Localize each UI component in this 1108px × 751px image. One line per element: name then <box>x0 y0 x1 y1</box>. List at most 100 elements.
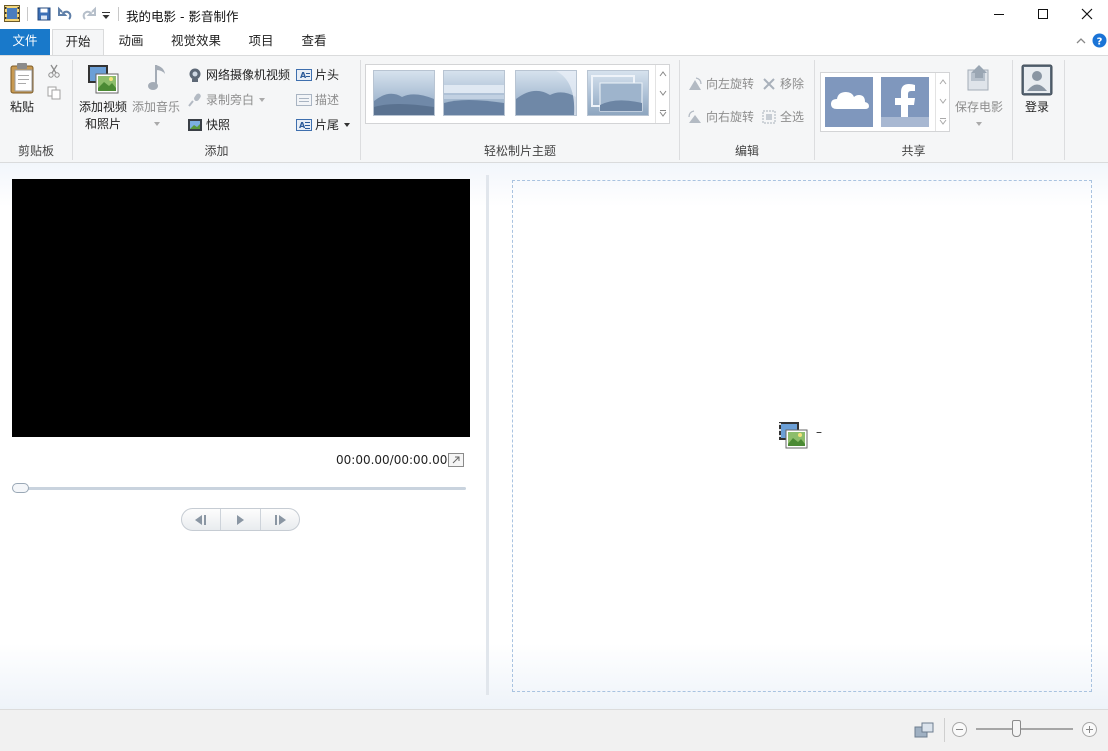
play-button[interactable] <box>221 509 261 530</box>
add-media-placeholder-icon[interactable] <box>778 421 808 449</box>
remove-label: 移除 <box>780 77 805 91</box>
previous-frame-button[interactable] <box>182 509 222 530</box>
status-bar <box>0 709 1108 751</box>
theme-fade[interactable] <box>515 70 577 116</box>
workspace: 00:00.00/00:00.00 – <box>0 163 1108 709</box>
theme-preview-icon <box>374 93 434 115</box>
rotate-left-button[interactable]: 向左旋转 <box>687 75 754 92</box>
theme-gallery-scroll[interactable] <box>655 65 669 123</box>
undo-icon[interactable] <box>58 6 74 22</box>
close-button[interactable] <box>1064 0 1108 28</box>
tab-view[interactable]: 查看 <box>290 29 338 55</box>
close-icon <box>1081 8 1093 20</box>
zoom-slider-thumb[interactable] <box>1012 720 1021 737</box>
svg-text:A: A <box>300 71 307 80</box>
tab-file[interactable]: 文件 <box>0 29 50 55</box>
zoom-in-button[interactable] <box>1082 722 1097 737</box>
remove-button[interactable]: 移除 <box>761 75 804 92</box>
add-music-dropdown-icon[interactable] <box>153 121 161 127</box>
credits-icon: A <box>296 118 312 131</box>
webcam-video-button[interactable]: 网络摄像机视频 <box>187 66 290 83</box>
add-video-photo-line1[interactable]: 添加视频 <box>76 99 130 115</box>
select-all-label: 全选 <box>780 110 805 124</box>
rotate-left-icon <box>689 76 702 90</box>
rotate-left-label: 向左旋转 <box>706 77 755 91</box>
theme-default[interactable] <box>373 70 435 116</box>
select-all-button[interactable]: 全选 <box>761 108 804 125</box>
tab-animations[interactable]: 动画 <box>106 29 156 55</box>
snapshot-button[interactable]: 快照 <box>187 116 230 133</box>
title-icon: A <box>296 68 312 81</box>
save-icon[interactable] <box>36 6 52 22</box>
help-icon[interactable]: ? <box>1092 33 1107 48</box>
storyboard-area[interactable]: – <box>512 180 1092 692</box>
next-frame-button[interactable] <box>261 509 299 530</box>
movie-maker-app-icon[interactable] <box>4 5 20 22</box>
paste-icon[interactable] <box>9 62 37 94</box>
collapse-ribbon-icon[interactable] <box>1076 36 1086 46</box>
sign-in-icon[interactable] <box>1021 64 1053 96</box>
save-movie-dropdown-icon[interactable] <box>975 121 983 127</box>
theme-pan-zoom[interactable] <box>587 70 649 116</box>
tab-home[interactable]: 开始 <box>52 29 104 56</box>
gallery-down-icon[interactable] <box>659 90 667 96</box>
record-narration-button[interactable]: 录制旁白 <box>187 91 266 108</box>
ribbon-tabs: 文件 开始 动画 视觉效果 项目 查看 ? <box>0 29 1108 56</box>
caption-icon <box>296 93 312 106</box>
maximize-button[interactable] <box>1020 0 1066 28</box>
thumbnail-size-icon[interactable] <box>914 722 934 738</box>
share-facebook[interactable] <box>881 77 929 127</box>
fullscreen-button[interactable] <box>448 453 464 467</box>
video-preview[interactable] <box>12 179 470 437</box>
add-group: 添加视频 和照片 添加音乐 网络摄像机视频 录制旁白 快照 A 片头 描述 A … <box>73 56 360 163</box>
gallery-down-icon[interactable] <box>939 98 947 104</box>
select-all-icon <box>762 110 776 123</box>
time-readout: 00:00.00/00:00.00 <box>336 453 448 467</box>
tab-visual-effects[interactable]: 视觉效果 <box>160 29 232 55</box>
zoom-slider[interactable] <box>976 728 1073 730</box>
add-music-button[interactable]: 添加音乐 <box>130 99 182 115</box>
clipboard-group: 粘贴 剪贴板 <box>0 56 72 163</box>
theme-preview-icon <box>516 71 576 115</box>
redo-icon[interactable] <box>80 6 96 22</box>
seek-thumb[interactable] <box>12 483 29 493</box>
share-onedrive[interactable] <box>825 77 873 127</box>
copy-icon[interactable] <box>47 86 61 100</box>
tab-project[interactable]: 项目 <box>238 29 284 55</box>
gallery-up-icon[interactable] <box>659 71 667 77</box>
maximize-icon <box>1038 9 1048 19</box>
rotate-right-button[interactable]: 向右旋转 <box>687 108 754 125</box>
save-movie-button[interactable]: 保存电影 <box>952 99 1006 115</box>
zoom-out-button[interactable] <box>952 722 967 737</box>
minimize-icon <box>994 14 1004 15</box>
add-video-photo-icon[interactable] <box>87 64 119 94</box>
gallery-up-icon[interactable] <box>939 79 947 85</box>
caption-button[interactable]: 描述 <box>296 91 339 108</box>
pane-splitter[interactable] <box>486 175 489 695</box>
svg-text:?: ? <box>1097 37 1103 48</box>
record-narration-label: 录制旁白 <box>206 93 255 107</box>
customize-quick-access-icon[interactable] <box>101 6 111 22</box>
gallery-more-icon[interactable] <box>659 109 667 117</box>
zoom-out-icon <box>956 729 963 730</box>
remove-icon <box>763 77 775 90</box>
save-movie-icon[interactable] <box>965 64 993 94</box>
add-video-photo-line2[interactable]: 和照片 <box>76 116 130 132</box>
share-gallery-scroll[interactable] <box>935 73 949 131</box>
title-button[interactable]: A 片头 <box>296 66 339 83</box>
seek-bar[interactable] <box>13 487 466 490</box>
sign-in-button[interactable]: 登录 <box>1017 99 1057 115</box>
paste-button[interactable]: 粘贴 <box>6 99 38 115</box>
cut-icon[interactable] <box>47 64 61 78</box>
add-music-icon[interactable] <box>146 62 170 94</box>
theme-contemporary[interactable] <box>443 70 505 116</box>
minimize-button[interactable] <box>976 0 1022 28</box>
gallery-more-icon[interactable] <box>939 117 947 125</box>
edit-group-label: 编辑 <box>734 144 759 158</box>
credits-button[interactable]: A 片尾 <box>296 116 351 133</box>
account-group: 登录 <box>1013 56 1065 163</box>
share-group-label: 共享 <box>901 144 926 158</box>
edit-group: 向左旋转 向右旋转 移除 全选 编辑 <box>680 56 814 163</box>
rotate-right-label: 向右旋转 <box>706 110 755 124</box>
status-separator <box>944 718 945 742</box>
